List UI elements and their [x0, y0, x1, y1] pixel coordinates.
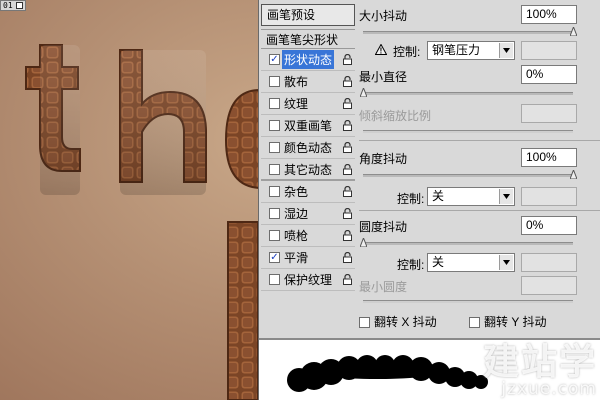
tilt-scale-field	[521, 104, 577, 123]
brush-option-item[interactable]: 双重画笔	[261, 115, 355, 137]
divider	[359, 210, 600, 211]
brush-option-item[interactable]: ✓ 形状动态	[261, 49, 355, 71]
size-control-value-field	[521, 41, 577, 60]
lock-icon[interactable]	[343, 251, 352, 263]
flip-x-label: 翻转 X 抖动	[374, 315, 437, 329]
document-number: 01	[3, 1, 13, 10]
chevron-down-icon	[499, 255, 513, 270]
checkbox-box[interactable]: ✓	[269, 252, 280, 263]
window-icon	[15, 2, 23, 9]
watermark-line1: 建站学	[482, 342, 597, 383]
lock-icon[interactable]	[343, 273, 352, 285]
checkbox-box[interactable]	[269, 142, 280, 153]
checkbox-box[interactable]	[269, 98, 280, 109]
brush-option-label: 平滑	[284, 251, 309, 265]
brush-option-label: 散布	[284, 75, 309, 89]
roundness-control-value: 关	[432, 255, 445, 269]
lock-icon[interactable]	[343, 141, 352, 153]
chevron-down-icon	[499, 43, 513, 58]
lock-icon[interactable]	[343, 229, 352, 241]
brush-option-label: 双重画笔	[284, 119, 333, 133]
roundness-jitter-slider[interactable]	[363, 242, 573, 245]
svg-text:!: !	[380, 47, 383, 56]
roundness-control-value-field	[521, 253, 577, 272]
lock-icon[interactable]	[343, 163, 352, 175]
size-control-select[interactable]: 钢笔压力	[427, 41, 515, 60]
tilt-scale-slider	[363, 130, 573, 133]
brush-option-label: 喷枪	[284, 229, 309, 243]
brush-panel: 画笔预设 画笔笔尖形状 ✓ 形状动态 散布 纹理 双重画笔 颜色动态 其它动态 杂色 湿边 喷枪 ✓…	[258, 0, 600, 400]
brush-stroke-preview: 建站学 jzxue.com	[259, 338, 600, 400]
brush-option-label: 纹理	[284, 97, 309, 111]
size-control-value: 钢笔压力	[432, 43, 481, 57]
brush-option-label: 颜色动态	[284, 141, 333, 155]
brush-option-item[interactable]: ✓ 平滑	[261, 247, 355, 269]
brush-option-label: 湿边	[284, 207, 309, 221]
lock-icon[interactable]	[343, 119, 352, 131]
lock-icon[interactable]	[343, 185, 352, 197]
flip-y-label: 翻转 Y 抖动	[484, 315, 547, 329]
roundness-control-select[interactable]: 关	[427, 253, 515, 272]
brush-option-item[interactable]: 保护纹理	[261, 269, 355, 291]
checkbox-box[interactable]: ✓	[269, 54, 280, 65]
checkbox-box[interactable]	[269, 208, 280, 219]
angle-control-label: 控制:	[397, 192, 425, 206]
checkbox-box[interactable]	[269, 76, 280, 87]
angle-jitter-field[interactable]: 100%	[521, 148, 577, 167]
roundness-jitter-thumb[interactable]	[360, 238, 367, 247]
lock-icon[interactable]	[343, 53, 352, 65]
brush-option-item[interactable]: 湿边	[261, 203, 355, 225]
warning-icon: !	[375, 44, 387, 55]
lock-icon[interactable]	[343, 207, 352, 219]
brush-settings: 大小抖动 100% ! 控制: 钢笔压力 最小直径 0% 倾斜缩放比例 角度抖动…	[359, 0, 600, 336]
checkbox-box	[359, 317, 370, 328]
brush-option-label: 形状动态	[282, 50, 335, 69]
angle-jitter-slider[interactable]	[363, 174, 573, 177]
flip-y-checkbox[interactable]: 翻转 Y 抖动	[469, 313, 579, 330]
document-tab[interactable]: 01	[0, 0, 26, 11]
min-roundness-field	[521, 276, 577, 295]
angle-control-value-field	[521, 187, 577, 206]
brush-option-item[interactable]: 纹理	[261, 93, 355, 115]
checkbox-box[interactable]	[269, 230, 280, 241]
checkbox-box[interactable]	[269, 120, 280, 131]
brush-tip-shape-item[interactable]: 画笔笔尖形状	[261, 29, 355, 49]
min-roundness-slider	[363, 300, 573, 303]
roundness-jitter-field[interactable]: 0%	[521, 216, 577, 235]
chevron-down-icon	[499, 189, 513, 204]
min-diameter-thumb[interactable]	[360, 88, 367, 97]
checkbox-box[interactable]	[269, 274, 280, 285]
brush-option-item[interactable]: 喷枪	[261, 225, 355, 247]
size-control-label: 控制:	[393, 45, 421, 59]
size-jitter-field[interactable]: 100%	[521, 5, 577, 24]
angle-control-value: 关	[432, 189, 445, 203]
site-watermark: 建站学 jzxue.com	[483, 345, 597, 398]
checkbox-box[interactable]	[269, 163, 280, 175]
size-jitter-thumb[interactable]	[570, 27, 577, 36]
brush-option-label: 其它动态	[284, 162, 333, 177]
angle-control-select[interactable]: 关	[427, 187, 515, 206]
brush-option-label: 保护纹理	[284, 273, 333, 287]
brush-option-item[interactable]: 杂色	[261, 181, 355, 203]
brush-option-item[interactable]: 其它动态	[261, 159, 355, 181]
min-diameter-field[interactable]: 0%	[521, 65, 577, 84]
flip-x-checkbox[interactable]: 翻转 X 抖动	[359, 313, 469, 330]
lock-icon[interactable]	[343, 75, 352, 87]
brush-option-label: 杂色	[284, 185, 309, 199]
checkbox-box	[469, 317, 480, 328]
min-diameter-slider[interactable]	[363, 92, 573, 95]
checkbox-box[interactable]	[269, 186, 280, 197]
size-jitter-slider[interactable]	[363, 31, 573, 34]
roundness-control-label: 控制:	[397, 258, 425, 272]
brush-presets-button[interactable]: 画笔预设	[261, 4, 355, 26]
watermark-line2: jzxue.com	[501, 379, 597, 399]
brush-option-item[interactable]: 散布	[261, 71, 355, 93]
lock-icon[interactable]	[343, 97, 352, 109]
angle-jitter-thumb[interactable]	[570, 170, 577, 179]
divider	[359, 140, 600, 141]
brush-options-list: 画笔预设 画笔笔尖形状 ✓ 形状动态 散布 纹理 双重画笔 颜色动态 其它动态 杂色 湿边 喷枪 ✓…	[261, 4, 355, 291]
brush-option-item[interactable]: 颜色动态	[261, 137, 355, 159]
